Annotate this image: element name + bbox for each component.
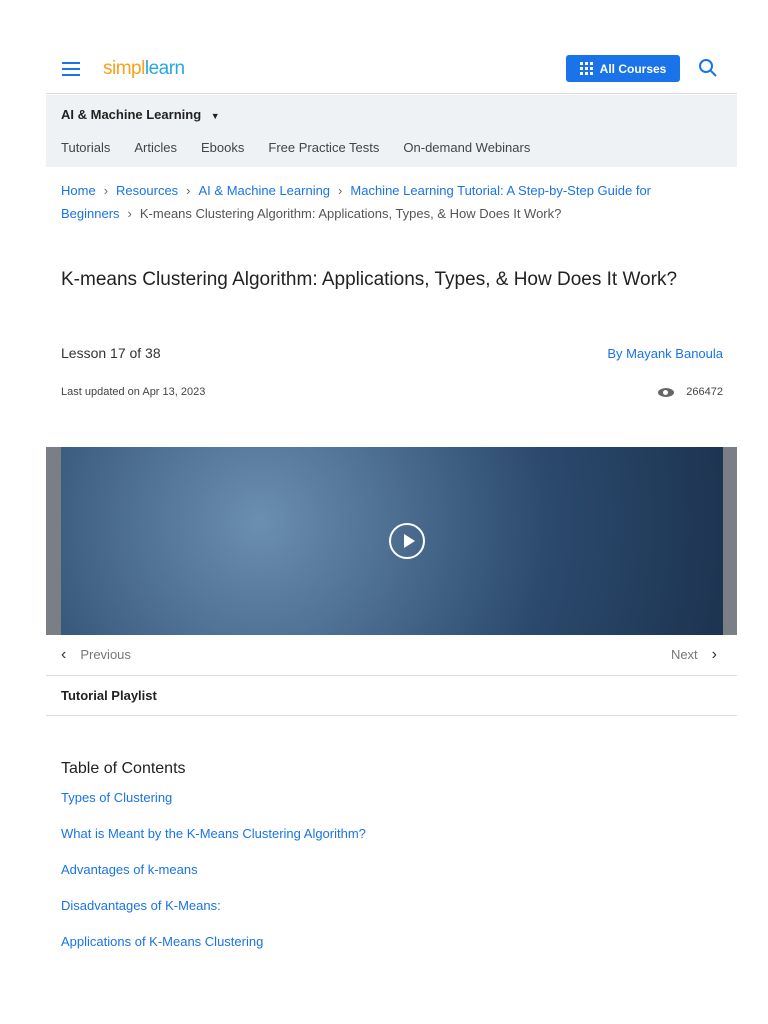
- caret-down-icon: ▼: [210, 111, 220, 121]
- tab-ebooks[interactable]: Ebooks: [201, 140, 244, 155]
- next-button[interactable]: Next ›: [671, 646, 717, 664]
- chevron-right-icon: ›: [186, 183, 191, 198]
- tab-tutorials[interactable]: Tutorials: [61, 140, 110, 155]
- chevron-right-icon: ›: [338, 183, 343, 198]
- video-thumbnail: [61, 447, 723, 635]
- last-updated: Last updated on Apr 13, 2023: [61, 386, 206, 398]
- breadcrumb: Home › Resources › AI & Machine Learning › Mac…: [61, 179, 681, 225]
- play-icon[interactable]: [389, 523, 425, 559]
- site-header: simpllearn All Courses: [46, 40, 737, 94]
- grid-icon: [579, 62, 593, 75]
- chevron-right-icon: ›: [127, 206, 132, 221]
- all-courses-button[interactable]: All Courses: [566, 55, 680, 82]
- eye-icon: [658, 387, 675, 397]
- breadcrumb-ai-ml[interactable]: AI & Machine Learning: [199, 183, 331, 198]
- category-nav: AI & Machine Learning ▼ Tutorials Articl…: [46, 95, 737, 167]
- tutorial-playlist[interactable]: Tutorial Playlist: [46, 676, 737, 716]
- toc-item[interactable]: Applications of K-Means Clustering: [61, 934, 366, 970]
- chevron-right-icon: ›: [711, 646, 717, 663]
- previous-button[interactable]: ‹ Previous: [61, 646, 131, 664]
- toc-title: Table of Contents: [61, 760, 186, 777]
- toc-item[interactable]: What is Meant by the K-Means Clustering …: [61, 826, 366, 862]
- author-link[interactable]: By Mayank Banoula: [607, 346, 723, 361]
- category-dropdown[interactable]: AI & Machine Learning ▼: [61, 107, 220, 122]
- page-title: K-means Clustering Algorithm: Applicatio…: [61, 269, 678, 290]
- tab-webinars[interactable]: On-demand Webinars: [403, 140, 530, 155]
- lesson-number: Lesson 17 of 38: [61, 345, 161, 361]
- toc-item[interactable]: Disadvantages of K-Means:: [61, 898, 366, 934]
- breadcrumb-home[interactable]: Home: [61, 183, 96, 198]
- breadcrumb-current: K-means Clustering Algorithm: Applicatio…: [139, 206, 562, 221]
- toc-item[interactable]: Advantages of k-means: [61, 862, 366, 898]
- tab-free-practice-tests[interactable]: Free Practice Tests: [268, 140, 379, 155]
- menu-icon[interactable]: [62, 62, 80, 76]
- search-icon[interactable]: [698, 58, 718, 78]
- view-count: 266472: [658, 386, 723, 398]
- video-player[interactable]: [46, 447, 737, 635]
- table-of-contents: Table of Contents Types of Clustering Wh…: [61, 760, 366, 970]
- tab-articles[interactable]: Articles: [134, 140, 177, 155]
- logo[interactable]: simpllearn: [103, 58, 185, 80]
- chevron-right-icon: ›: [103, 183, 109, 198]
- chevron-left-icon: ‹: [61, 646, 67, 663]
- toc-item[interactable]: Types of Clustering: [61, 790, 366, 826]
- lesson-navigation: ‹ Previous Next ›: [46, 636, 737, 676]
- breadcrumb-resources[interactable]: Resources: [116, 183, 178, 198]
